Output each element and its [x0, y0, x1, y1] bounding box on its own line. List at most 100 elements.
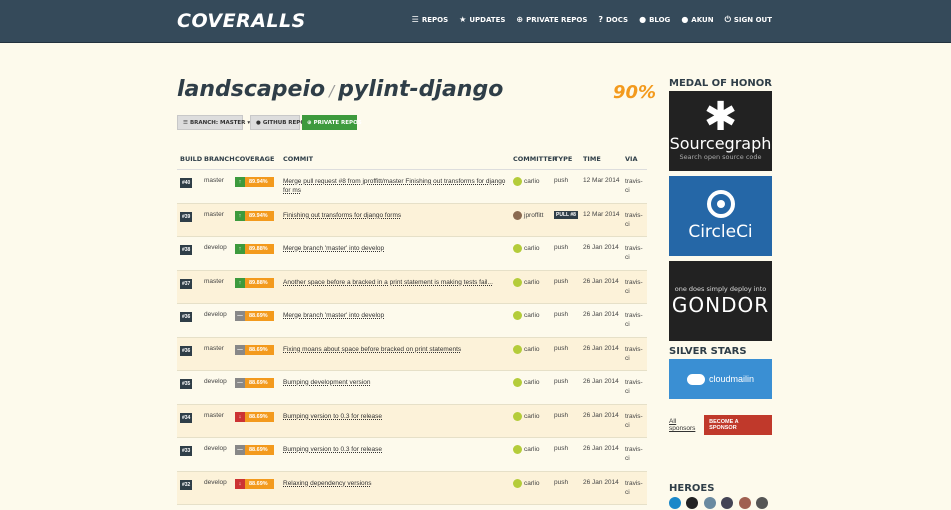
branch-dropdown-button[interactable]: ☰ BRANCH: MASTER ▾	[177, 115, 250, 130]
table-row[interactable]: #33 develop —88.69% Bumping version to 0.3 …	[177, 438, 647, 472]
build-number-link[interactable]: #37	[180, 278, 193, 289]
push-type-label: push	[554, 344, 569, 352]
all-sponsors-link[interactable]: All sponsors	[669, 418, 704, 432]
hero-avatar[interactable]	[738, 497, 751, 509]
build-number-link[interactable]: #38	[180, 245, 193, 255]
commit-message-link[interactable]: Merge pull request #8 from jproffitt/mas…	[283, 178, 505, 194]
build-cell: #34	[177, 412, 204, 423]
branch-cell: develop	[204, 445, 227, 452]
commit-cell: Bumping development version	[283, 378, 513, 387]
cloud-icon	[686, 373, 705, 385]
hero-avatar[interactable]	[721, 497, 734, 509]
build-number-link[interactable]: #34	[180, 412, 193, 423]
build-number-link[interactable]: #36	[180, 345, 193, 356]
table-row[interactable]: #39 master ↑ 89.94% Finishing out transforms…	[177, 203, 647, 237]
table-row[interactable]: #35 develop —88.69% Bumping development ver…	[177, 371, 647, 405]
committer-avatar	[513, 244, 522, 253]
table-row[interactable]: #37 master ↑ 89.88% Another space before a b…	[177, 270, 647, 304]
build-number-link[interactable]: #36	[180, 312, 193, 322]
build-number-link[interactable]: #39	[180, 211, 193, 222]
commit-cell: Merge branch 'master' into develop	[283, 311, 513, 320]
nav-akun[interactable]: ● AKUN	[681, 15, 713, 25]
gondor-sponsor[interactable]: one does simply deploy into GONDOR	[669, 261, 772, 341]
branch-cell: master	[204, 210, 224, 218]
gondor-tagline: one does simply deploy into	[674, 285, 767, 293]
sourcegraph-sponsor[interactable]: ✱ Sourcegraph Search open source code	[669, 91, 772, 171]
coverage-change-icon: ↓	[235, 411, 245, 422]
commit-message-link[interactable]: Another space before a bracked in a prin…	[283, 279, 493, 286]
col-header-time: TIME	[583, 155, 601, 163]
col-header-committer: COMMITTER	[513, 155, 558, 163]
nav-docs[interactable]: ? DOCS	[598, 16, 628, 25]
committer-cell: jproffitt	[513, 210, 554, 220]
branch-cell: master	[204, 411, 224, 419]
committer-cell: carlio	[513, 244, 554, 253]
time-cell: 26 Jan 2014	[583, 344, 619, 352]
coverage-value: 88.69%	[245, 445, 274, 455]
time-cell: 26 Jan 2014	[583, 445, 619, 452]
table-header-row: BUILD BRANCH COVERAGE COMMIT COMMITTER TYPE TI…	[177, 149, 647, 170]
hero-avatar[interactable]	[669, 497, 681, 509]
build-number-link[interactable]: #40	[180, 178, 193, 188]
committer-name: carlio	[524, 379, 540, 387]
nav-blog[interactable]: ● BLOG	[639, 16, 670, 25]
commit-message-link[interactable]: Fixing moans about space before bracked …	[283, 346, 461, 353]
table-row[interactable]: #38 develop ↑ 89.88% Merge branch 'master' i…	[177, 237, 647, 271]
via-cell: travis-ci	[625, 178, 643, 194]
become-sponsor-button[interactable]: BECOME A SPONSOR	[704, 415, 772, 435]
plus-circle-icon: ⊕	[516, 15, 524, 24]
commit-message-link[interactable]: Bumping version to 0.3 for release	[283, 413, 382, 420]
coverage-change-icon: ↑	[235, 277, 245, 288]
table-row[interactable]: #36 develop —88.69% Merge branch 'master' i…	[177, 304, 647, 338]
pull-request-badge[interactable]: PULL #8	[554, 210, 578, 219]
commit-message-link[interactable]: Merge branch 'master' into develop	[283, 245, 384, 252]
coverage-badge: —88.69%	[235, 378, 274, 388]
table-row[interactable]: #40 master ↑ 89.94% Merge pull request #8 fr…	[177, 170, 647, 204]
commit-message-link[interactable]: Merge branch 'master' into develop	[283, 312, 384, 319]
build-number-link[interactable]: #35	[180, 379, 193, 389]
nav-updates[interactable]: ★ UPDATES	[459, 16, 505, 25]
commit-message-link[interactable]: Bumping development version	[283, 379, 370, 386]
private-repos-button[interactable]: ⊕ PRIVATE REPOS	[302, 115, 362, 130]
hero-avatar[interactable]	[703, 497, 716, 509]
table-row[interactable]: #34 master ↓ 88.69% Bumping version to 0.3 f…	[177, 404, 647, 438]
commit-message-link[interactable]: Finishing out transforms for django form…	[283, 212, 401, 219]
build-number-link[interactable]: #32	[180, 479, 193, 490]
medal-of-honor-heading: MEDAL OF HONOR	[669, 78, 772, 89]
nav-repos[interactable]: ☰ REPOS	[412, 16, 448, 25]
branch-cell: develop	[204, 378, 227, 385]
repo-owner-link[interactable]: landscapeio	[177, 77, 325, 102]
user-icon: ●	[681, 15, 689, 24]
power-icon: ⏻	[724, 15, 731, 24]
push-type-label: push	[554, 478, 569, 486]
time-cell: 26 Jan 2014	[583, 277, 619, 285]
list-icon: ☰	[183, 119, 188, 126]
committer-cell: carlio	[513, 177, 554, 186]
hero-avatar[interactable]	[756, 497, 769, 509]
committer-avatar	[513, 445, 522, 454]
via-cell: travis-ci	[625, 312, 643, 328]
github-repo-button[interactable]: ● GITHUB REPO	[250, 115, 305, 130]
build-number-link[interactable]: #33	[180, 446, 193, 456]
via-cell: travis-ci	[625, 379, 643, 395]
committer-name: carlio	[524, 245, 540, 253]
hero-avatar[interactable]	[686, 497, 699, 509]
table-row[interactable]: #36 master —88.69% Fixing moans about space…	[177, 337, 647, 371]
commit-message-link[interactable]: Bumping version to 0.3 for release	[283, 446, 382, 453]
github-repo-label: GITHUB REPO	[262, 119, 305, 126]
type-cell: PULL #8	[554, 210, 583, 219]
table-row[interactable]: #32 develop ↓ 88.69% Relaxing dependency ver…	[177, 471, 647, 505]
coveralls-logo[interactable]: COVERALLS	[177, 10, 306, 32]
commit-message-link[interactable]: Relaxing dependency versions	[283, 480, 372, 487]
build-cell: #36	[177, 311, 204, 322]
table-body: #40 master ↑ 89.94% Merge pull request #8 fr…	[177, 170, 647, 505]
nav-sign-out[interactable]: ⏻ SIGN OUT	[724, 15, 772, 25]
repo-name-link[interactable]: pylint-django	[338, 77, 503, 102]
cloudmailin-sponsor[interactable]: cloudmailin	[669, 359, 772, 399]
committer-avatar	[513, 210, 522, 220]
github-icon: ●	[256, 119, 261, 126]
circleci-sponsor[interactable]: CircleCi	[669, 176, 772, 256]
type-cell: push	[554, 177, 583, 184]
nav-private-repos[interactable]: ⊕ PRIVATE REPOS	[516, 15, 587, 25]
asterisk-icon: ✱	[703, 93, 738, 140]
